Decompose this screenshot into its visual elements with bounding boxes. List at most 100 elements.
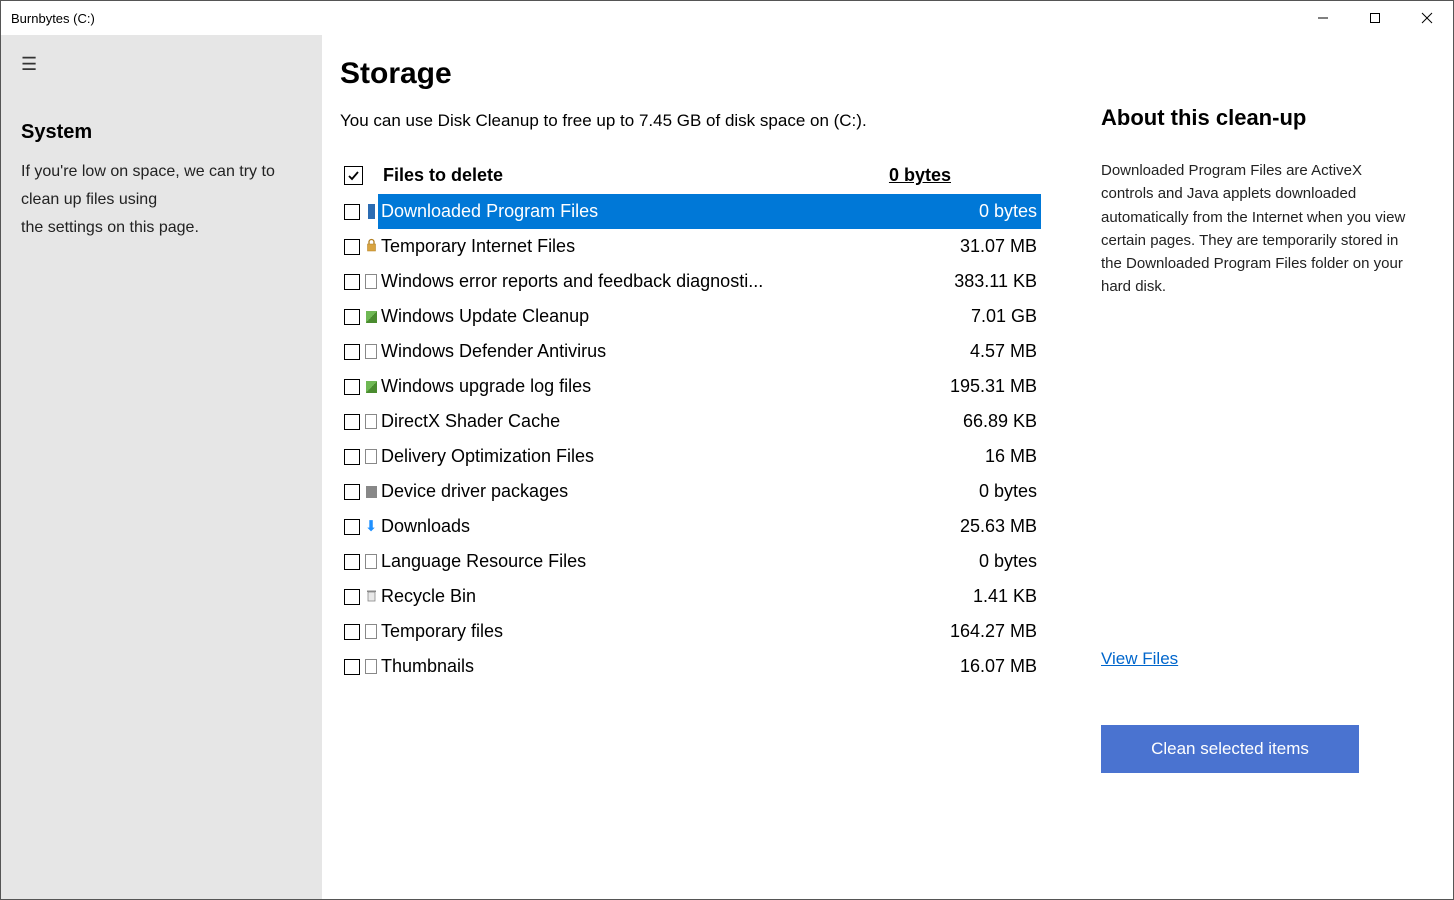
- item-checkbox[interactable]: [344, 274, 360, 290]
- item-icon-slot: [364, 204, 378, 220]
- window-title: Burnbytes (C:): [11, 11, 95, 26]
- list-item[interactable]: Temporary Internet Files31.07 MB: [340, 229, 1041, 264]
- item-checkbox[interactable]: [344, 414, 360, 430]
- list-item[interactable]: ⬇Downloads25.63 MB: [340, 509, 1041, 544]
- minimize-button[interactable]: [1297, 1, 1349, 35]
- item-checkbox[interactable]: [344, 484, 360, 500]
- item-icon-slot: ⬇: [364, 519, 378, 535]
- app-window: Burnbytes (C:) ☰ System If you're low on…: [0, 0, 1454, 900]
- item-size: 25.63 MB: [917, 516, 1037, 537]
- subtitle: You can use Disk Cleanup to free up to 7…: [340, 111, 1041, 131]
- item-icon-slot: [364, 589, 378, 605]
- item-name: Temporary Internet Files: [381, 236, 917, 257]
- item-size: 0 bytes: [917, 481, 1037, 502]
- item-size: 66.89 KB: [917, 411, 1037, 432]
- about-body: Downloaded Program Files are ActiveX con…: [1101, 159, 1413, 299]
- list-item[interactable]: Recycle Bin1.41 KB: [340, 579, 1041, 614]
- list-item[interactable]: Device driver packages0 bytes: [340, 474, 1041, 509]
- item-checkbox[interactable]: [344, 519, 360, 535]
- item-name: Thumbnails: [381, 656, 917, 677]
- item-name: Windows error reports and feedback diagn…: [381, 271, 917, 292]
- item-size: 31.07 MB: [917, 236, 1037, 257]
- item-icon-slot: [364, 344, 378, 360]
- sidebar-description: If you're low on space, we can try to cl…: [21, 158, 302, 242]
- sidebar-heading: System: [21, 121, 302, 144]
- item-checkbox[interactable]: [344, 449, 360, 465]
- list-item[interactable]: Delivery Optimization Files16 MB: [340, 439, 1041, 474]
- about-heading: About this clean-up: [1101, 105, 1413, 131]
- list-item[interactable]: Language Resource Files0 bytes: [340, 544, 1041, 579]
- list-item[interactable]: Windows Update Cleanup7.01 GB: [340, 299, 1041, 334]
- item-name: Windows upgrade log files: [381, 376, 917, 397]
- item-icon-slot: [364, 554, 378, 570]
- header-size[interactable]: 0 bytes: [889, 165, 1037, 186]
- item-icon-slot: [364, 379, 378, 395]
- item-name: Device driver packages: [381, 481, 917, 502]
- item-checkbox[interactable]: [344, 379, 360, 395]
- window-controls: [1297, 1, 1453, 35]
- item-size: 4.57 MB: [917, 341, 1037, 362]
- list-item[interactable]: Temporary files164.27 MB: [340, 614, 1041, 649]
- page-title: Storage: [340, 57, 1041, 91]
- page-icon: [365, 659, 377, 674]
- maximize-button[interactable]: [1349, 1, 1401, 35]
- list-item[interactable]: Windows Defender Antivirus4.57 MB: [340, 334, 1041, 369]
- item-size: 0 bytes: [917, 201, 1037, 222]
- page-icon: [365, 274, 377, 289]
- item-size: 7.01 GB: [917, 306, 1037, 327]
- close-button[interactable]: [1401, 1, 1453, 35]
- list-item[interactable]: DirectX Shader Cache66.89 KB: [340, 404, 1041, 439]
- list-item[interactable]: Windows error reports and feedback diagn…: [340, 264, 1041, 299]
- item-icon-slot: [364, 624, 378, 640]
- page-icon: [365, 414, 377, 429]
- item-name: Temporary files: [381, 621, 917, 642]
- item-name: Windows Update Cleanup: [381, 306, 917, 327]
- recycle-bin-icon: [366, 586, 377, 607]
- clean-selected-button[interactable]: Clean selected items: [1101, 725, 1359, 773]
- item-checkbox[interactable]: [344, 624, 360, 640]
- item-checkbox[interactable]: [344, 309, 360, 325]
- item-name: Delivery Optimization Files: [381, 446, 917, 467]
- item-checkbox[interactable]: [344, 659, 360, 675]
- item-name: DirectX Shader Cache: [381, 411, 917, 432]
- item-checkbox[interactable]: [344, 554, 360, 570]
- item-checkbox[interactable]: [344, 589, 360, 605]
- item-size: 195.31 MB: [917, 376, 1037, 397]
- item-checkbox[interactable]: [344, 344, 360, 360]
- list-item[interactable]: Windows upgrade log files195.31 MB: [340, 369, 1041, 404]
- box-icon: [366, 486, 377, 498]
- right-panel: About this clean-up Downloaded Program F…: [1101, 35, 1453, 899]
- item-size: 0 bytes: [917, 551, 1037, 572]
- select-all-checkbox[interactable]: [344, 166, 363, 185]
- sidebar: ☰ System If you're low on space, we can …: [1, 35, 322, 899]
- page-icon: [365, 624, 377, 639]
- item-icon-slot: [364, 309, 378, 325]
- item-icon-slot: [364, 659, 378, 675]
- item-icon-slot: [364, 414, 378, 430]
- lock-icon: [366, 236, 377, 257]
- list-header: Files to delete 0 bytes: [340, 165, 1041, 192]
- folder-icon: [368, 204, 375, 219]
- hamburger-icon[interactable]: ☰: [21, 55, 37, 73]
- item-name: Downloads: [381, 516, 917, 537]
- view-files-link[interactable]: View Files: [1101, 649, 1413, 669]
- titlebar: Burnbytes (C:): [1, 1, 1453, 35]
- item-name: Downloaded Program Files: [381, 201, 917, 222]
- list-item[interactable]: Thumbnails16.07 MB: [340, 649, 1041, 684]
- item-icon-slot: [364, 274, 378, 290]
- list-item[interactable]: Downloaded Program Files0 bytes: [340, 194, 1041, 229]
- package-icon: [366, 311, 377, 323]
- item-checkbox[interactable]: [344, 204, 360, 220]
- page-icon: [365, 344, 377, 359]
- item-size: 164.27 MB: [917, 621, 1037, 642]
- check-icon: [347, 169, 360, 182]
- body: ☰ System If you're low on space, we can …: [1, 35, 1453, 899]
- item-checkbox[interactable]: [344, 239, 360, 255]
- item-size: 16 MB: [917, 446, 1037, 467]
- item-icon-slot: [364, 449, 378, 465]
- page-icon: [365, 554, 377, 569]
- center-panel: Storage You can use Disk Cleanup to free…: [322, 35, 1101, 899]
- item-icon-slot: [364, 484, 378, 500]
- item-name: Recycle Bin: [381, 586, 917, 607]
- main: Storage You can use Disk Cleanup to free…: [322, 35, 1453, 899]
